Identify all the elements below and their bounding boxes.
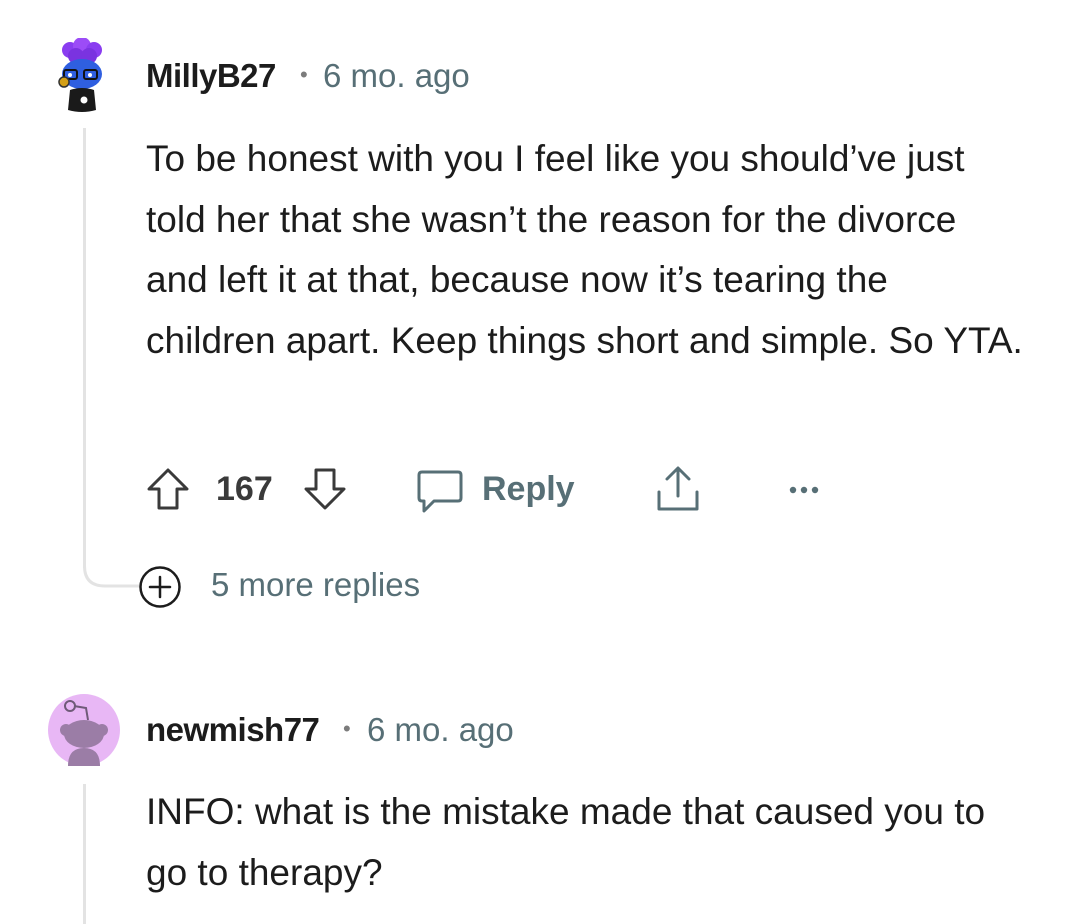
comment-body: INFO: what is the mistake made that caus… [146, 791, 986, 893]
arrow-up-icon [147, 468, 189, 510]
arrow-down-icon [304, 468, 346, 510]
meta-separator: • [343, 716, 351, 741]
comment-timestamp: 6 mo. ago [367, 711, 514, 748]
snoo-avatar-icon [58, 38, 102, 112]
thread-line[interactable] [83, 128, 86, 568]
default-snoo-avatar-icon [48, 694, 120, 766]
avatar[interactable] [48, 694, 120, 766]
more-replies-label: 5 more replies [211, 566, 421, 603]
more-replies-button[interactable]: 5 more replies [137, 562, 457, 610]
share-button[interactable] [654, 464, 702, 514]
plus-circle-icon [139, 566, 181, 608]
vote-score: 167 [216, 470, 273, 508]
overflow-menu-button[interactable] [784, 478, 824, 502]
comment-timestamp: 6 mo. ago [323, 57, 470, 94]
comment-author[interactable]: MillyB27 [146, 57, 276, 95]
comment-body: To be honest with you I feel like you sh… [146, 138, 1023, 361]
share-icon [657, 466, 699, 511]
comment-author[interactable]: newmish77 [146, 711, 320, 749]
thread-line[interactable] [83, 784, 86, 924]
reply-label: Reply [482, 470, 575, 508]
speech-bubble-icon [417, 470, 463, 513]
meta-separator: • [300, 62, 308, 87]
thread-curve [83, 560, 141, 588]
avatar[interactable] [52, 38, 112, 114]
reply-button[interactable]: Reply [416, 466, 586, 516]
more-horizontal-icon [789, 486, 819, 494]
downvote-button[interactable] [302, 466, 348, 512]
upvote-button[interactable] [145, 466, 191, 512]
